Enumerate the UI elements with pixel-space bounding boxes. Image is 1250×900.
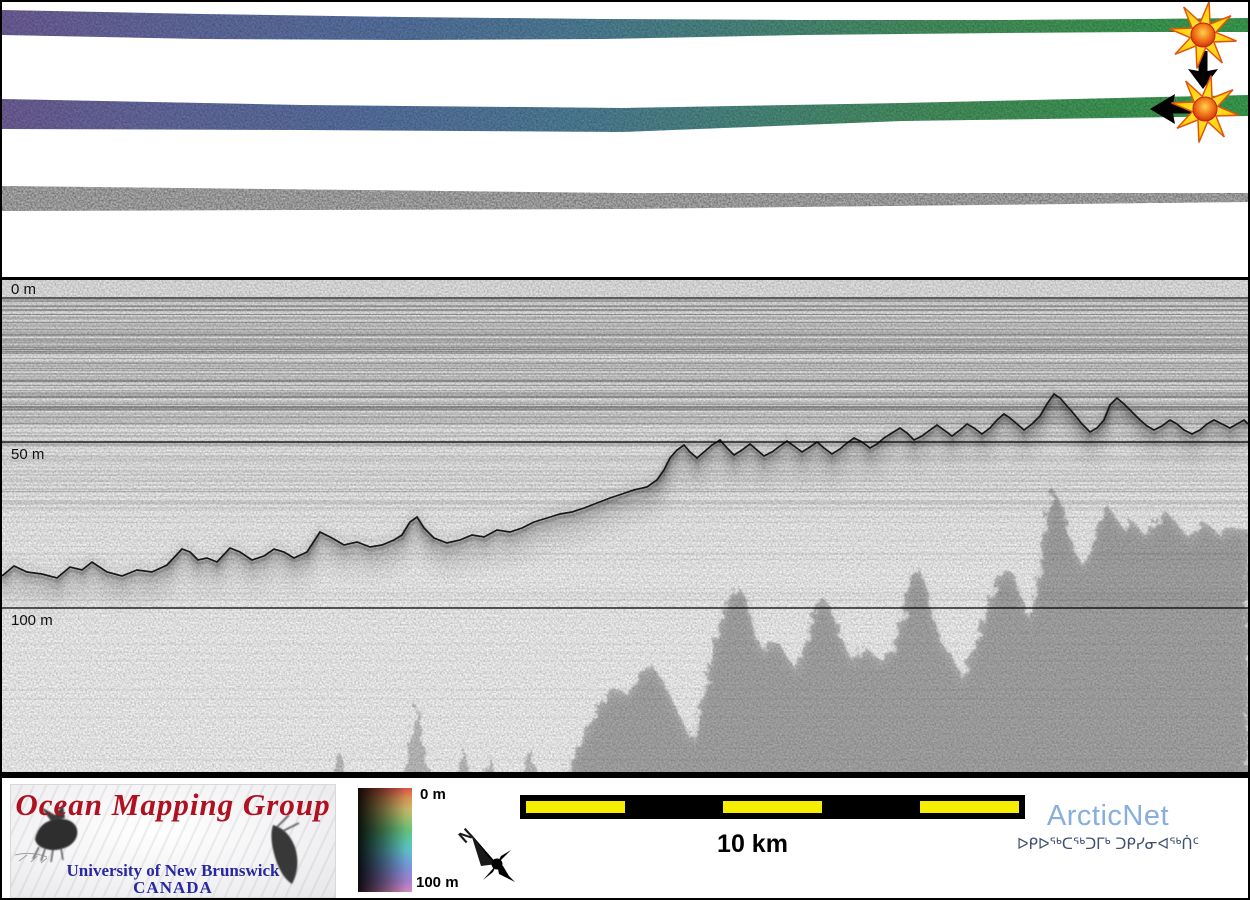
sunburst-core: [1191, 23, 1215, 47]
scale-bar-segment: [822, 801, 921, 813]
arcticnet-inuktitut: ᐅᑭᐅᖅᑕᖅᑐᒥᒃ ᑐᑭᓯᓂᐊᖅᑏᑦ: [974, 835, 1242, 853]
echogram-speckle: [2, 277, 1248, 778]
arrow-down-icon: [1188, 51, 1218, 89]
sunburst-core: [1193, 97, 1217, 121]
scale-bar-segment: [625, 801, 724, 813]
scale-bar: [520, 795, 1025, 819]
sunburst-marker: [1150, 76, 1239, 143]
omg-logo: Ocean Mapping Group University of New Br…: [10, 784, 336, 898]
swath-panel: [2, 2, 1248, 277]
depth-label-50m: 50 m: [11, 446, 44, 463]
figure-root: 0 m 50 m 100 m Ocean Mappin: [0, 0, 1250, 900]
omg-country: CANADA: [11, 878, 335, 898]
subbottom-echogram: 0 m 50 m 100 m: [2, 277, 1248, 778]
north-arrow-hub: [492, 859, 503, 870]
scale-bar-label: 10 km: [520, 830, 985, 859]
omg-title: Ocean Mapping Group: [11, 787, 335, 823]
footer: Ocean Mapping Group University of New Br…: [2, 780, 1248, 898]
sunburst-marker: [1170, 2, 1237, 89]
depth-colorbar: [358, 788, 412, 892]
north-label: N: [455, 825, 477, 847]
arcticnet-name: ArcticNet: [974, 800, 1242, 833]
arcticnet-logo: ArcticNet ᐅᑭᐅᖅᑕᖅᑐᒥᒃ ᑐᑭᓯᓂᐊᖅᑏᑦ: [974, 800, 1242, 853]
scale-bar-segment: [526, 801, 625, 813]
depth-label-100m: 100 m: [11, 612, 53, 629]
scale-bar-segment: [723, 801, 822, 813]
colorbar-top-label: 0 m: [420, 786, 446, 803]
swath-texture: [2, 182, 1248, 217]
swath-texture: [2, 2, 1248, 52]
echogram-bottom-border: [2, 772, 1248, 778]
depth-line-0m: [2, 277, 1248, 280]
swath-texture: [2, 87, 1248, 142]
depth-label-0m: 0 m: [11, 281, 36, 298]
